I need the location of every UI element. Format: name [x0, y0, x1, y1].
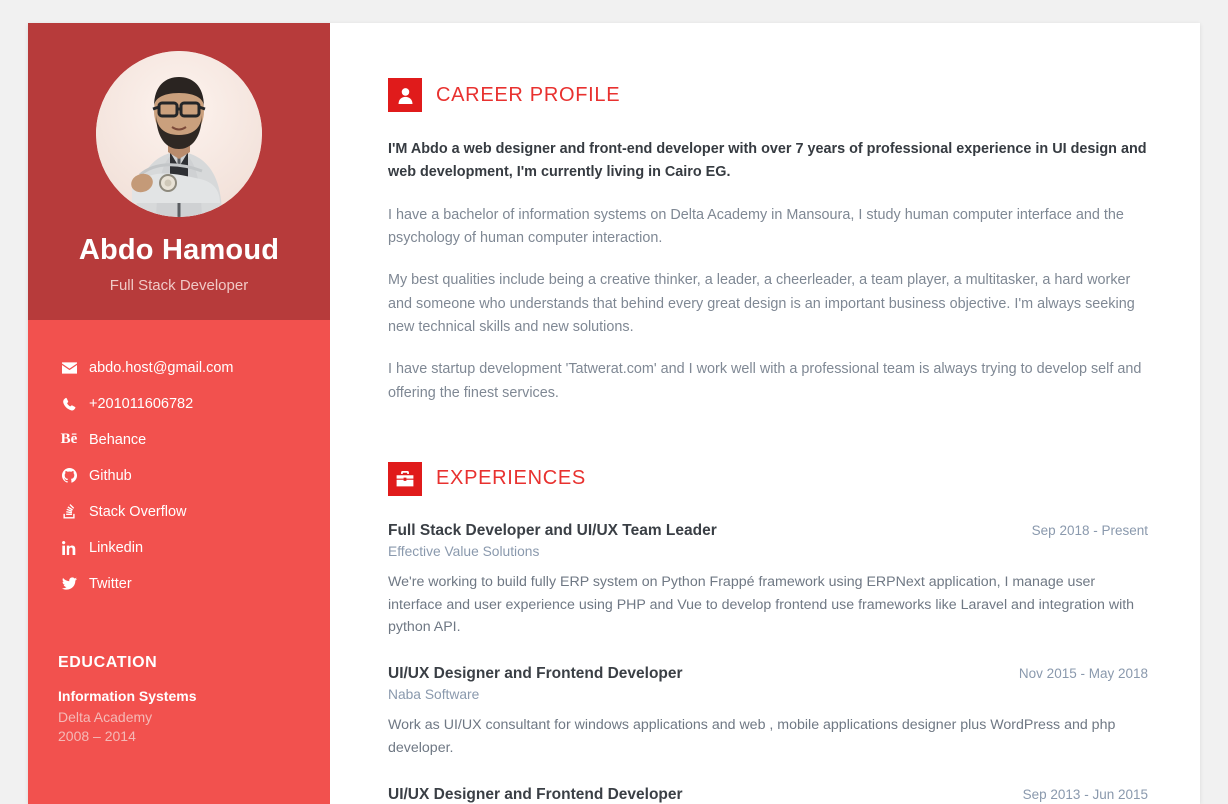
- contact-linkedin[interactable]: Linkedin: [58, 530, 330, 566]
- twitter-icon: [58, 577, 80, 590]
- stackoverflow-icon: [58, 504, 80, 519]
- education-section: EDUCATION Information Systems Delta Acad…: [28, 602, 330, 744]
- contact-label: +201011606782: [89, 395, 194, 412]
- page-root: Abdo Hamoud Full Stack Developer abdo.ho…: [0, 0, 1228, 804]
- contact-label: Twitter: [89, 575, 132, 592]
- career-profile-section: CAREER PROFILE I'M Abdo a web designer a…: [388, 78, 1148, 405]
- contact-phone[interactable]: +201011606782: [58, 386, 330, 422]
- contact-stackoverflow[interactable]: Stack Overflow: [58, 494, 330, 530]
- briefcase-icon: [388, 461, 422, 496]
- sidebar: Abdo Hamoud Full Stack Developer abdo.ho…: [28, 23, 330, 804]
- experiences-section: EXPERIENCES Full Stack Developer and UI/…: [388, 461, 1148, 804]
- career-profile-title: CAREER PROFILE: [436, 83, 621, 106]
- experiences-title: EXPERIENCES: [436, 467, 586, 490]
- experience-date: Sep 2013 - Jun 2015: [1022, 786, 1148, 802]
- behance-icon: Bē: [60, 431, 78, 448]
- experience-header-row: Full Stack Developer and UI/UX Team Lead…: [388, 522, 1148, 540]
- experience-header-row: UI/UX Designer and Frontend Developer Se…: [388, 786, 1148, 804]
- contact-github[interactable]: Github: [58, 458, 330, 494]
- education-degree: Information Systems: [58, 687, 197, 704]
- contact-list: abdo.host@gmail.com +201011606782 Bē Beh…: [28, 350, 330, 602]
- career-paragraph: I have a bachelor of information systems…: [388, 206, 1124, 246]
- contact-email[interactable]: abdo.host@gmail.com: [58, 350, 330, 386]
- contact-label: Behance: [89, 431, 147, 448]
- experience-description: We're working to build fully ERP system …: [388, 573, 1135, 636]
- github-icon: [58, 468, 80, 484]
- experience-date: Sep 2018 - Present: [1031, 522, 1148, 538]
- linkedin-icon: [58, 540, 80, 555]
- experience-company: Naba Software: [388, 687, 480, 703]
- experience-item: Full Stack Developer and UI/UX Team Lead…: [388, 522, 1148, 639]
- experiences-header: EXPERIENCES: [388, 461, 1148, 496]
- person-role: Full Stack Developer: [109, 276, 249, 294]
- career-profile-header: CAREER PROFILE: [388, 78, 1148, 112]
- user-icon: [388, 78, 422, 112]
- contact-label: Github: [89, 467, 132, 484]
- experience-title: UI/UX Designer and Frontend Developer: [388, 665, 683, 683]
- sidebar-body: abdo.host@gmail.com +201011606782 Bē Beh…: [28, 320, 330, 804]
- experience-title: Full Stack Developer and UI/UX Team Lead…: [388, 521, 717, 539]
- avatar: [96, 51, 262, 217]
- education-years: 2008 – 2014: [58, 727, 136, 744]
- main-content: CAREER PROFILE I'M Abdo a web designer a…: [330, 23, 1200, 804]
- experience-description: Work as UI/UX consultant for windows app…: [388, 717, 1116, 756]
- career-paragraph: I'M Abdo a web designer and front-end de…: [388, 141, 1147, 181]
- experience-item: UI/UX Designer and Frontend Developer No…: [388, 665, 1148, 759]
- sidebar-profile-header: Abdo Hamoud Full Stack Developer: [28, 23, 330, 320]
- experience-header-row: UI/UX Designer and Frontend Developer No…: [388, 665, 1148, 683]
- career-paragraph: I have startup development 'Tatwerat.com…: [388, 361, 1142, 401]
- education-heading: EDUCATION: [58, 653, 158, 671]
- contact-label: Stack Overflow: [89, 503, 187, 520]
- career-paragraph: My best qualities include being a creati…: [388, 272, 1135, 335]
- contact-behance[interactable]: Bē Behance: [58, 422, 330, 458]
- contact-label: Linkedin: [89, 539, 144, 556]
- section-divider: [388, 424, 1148, 462]
- contact-label: abdo.host@gmail.com: [89, 359, 234, 376]
- person-name: Abdo Hamoud: [78, 234, 280, 266]
- envelope-icon: [58, 362, 80, 374]
- experience-item: UI/UX Designer and Frontend Developer Se…: [388, 786, 1148, 804]
- education-school: Delta Academy: [58, 708, 153, 725]
- resume-card: Abdo Hamoud Full Stack Developer abdo.ho…: [28, 23, 1200, 804]
- experience-title: UI/UX Designer and Frontend Developer: [388, 785, 683, 803]
- experience-company: Effective Value Solutions: [388, 543, 540, 559]
- contact-twitter[interactable]: Twitter: [58, 566, 330, 602]
- experience-date: Nov 2015 - May 2018: [1018, 666, 1148, 682]
- portrait-photo-icon: [96, 51, 262, 217]
- phone-icon: [58, 397, 80, 411]
